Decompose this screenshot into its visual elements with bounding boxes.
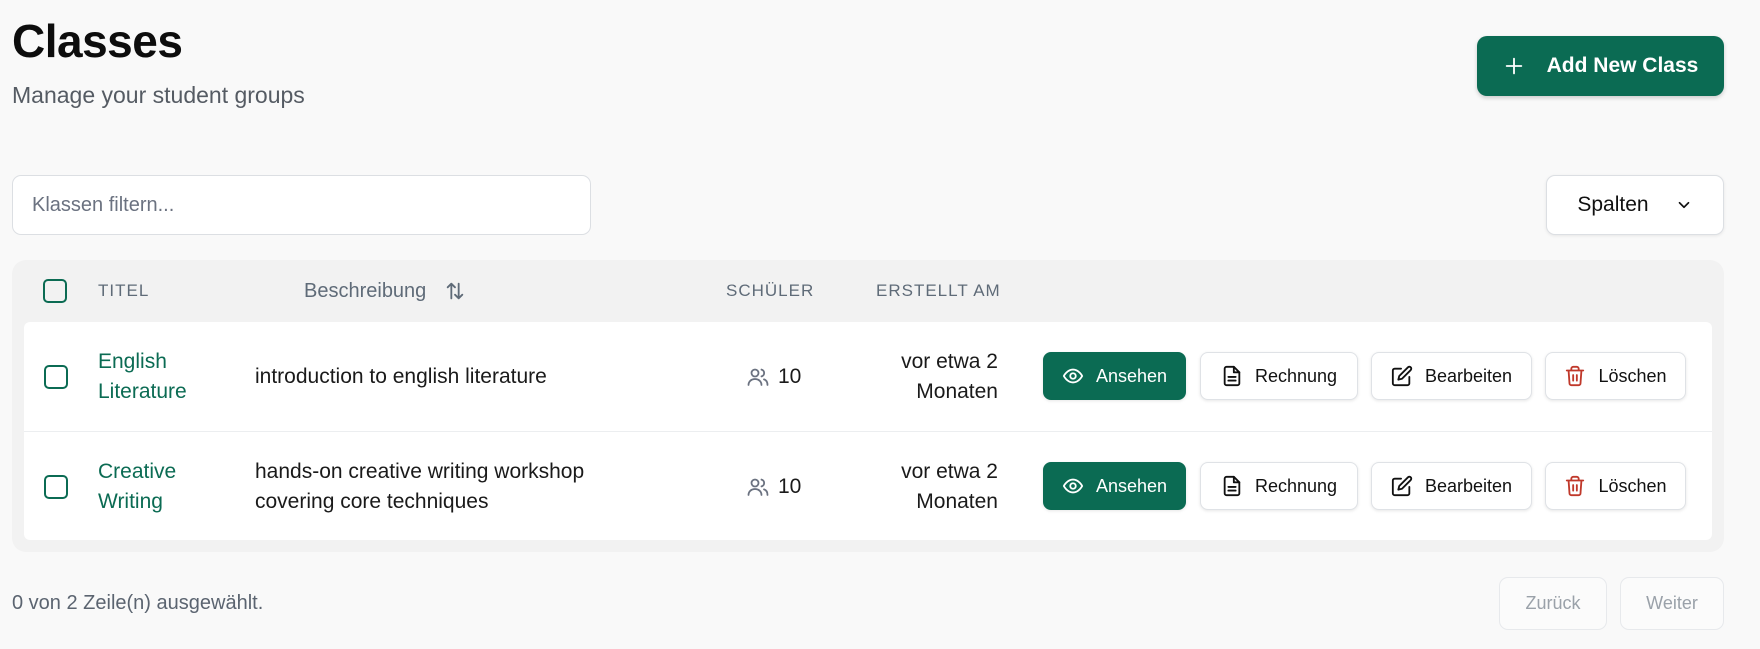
- class-title-line2: Writing: [98, 489, 163, 513]
- class-title-line2: Literature: [98, 379, 187, 403]
- class-description-line1: hands-on creative writing workshop: [255, 459, 585, 483]
- edit-button[interactable]: Bearbeiten: [1371, 462, 1532, 510]
- sort-arrows-icon: [447, 282, 464, 300]
- previous-page-button[interactable]: Zurück: [1499, 577, 1607, 630]
- class-title-line1: English: [98, 349, 167, 373]
- created-date-line1: vor etwa 2: [901, 459, 998, 483]
- row-checkbox[interactable]: [44, 474, 68, 499]
- table-row: Creative Writing hands-on creative writi…: [24, 431, 1712, 540]
- add-new-class-label: Add New Class: [1546, 54, 1699, 77]
- file-text-icon: [1223, 475, 1241, 497]
- column-header-description[interactable]: Beschreibung: [304, 260, 466, 322]
- class-description-line2: covering core techniques: [255, 489, 489, 513]
- add-new-class-button[interactable]: Add New Class: [1477, 36, 1724, 96]
- users-icon: [747, 478, 769, 496]
- invoice-button-label: Rechnung: [1254, 475, 1338, 496]
- eye-icon: [1062, 368, 1084, 384]
- created-date-cell: vor etwa 2 Monaten: [844, 432, 998, 541]
- column-header-title: TITEL: [98, 281, 150, 300]
- invoice-button[interactable]: Rechnung: [1200, 462, 1358, 510]
- invoice-button-label: Rechnung: [1254, 365, 1338, 386]
- pencil-square-icon: [1391, 475, 1413, 497]
- created-date-line2: Monaten: [916, 489, 998, 513]
- classes-table: TITEL Beschreibung SCHÜLER ERSTELLT AM E…: [12, 260, 1724, 552]
- student-count-cell: 10: [746, 322, 801, 431]
- class-title-cell[interactable]: English Literature: [98, 322, 258, 431]
- columns-dropdown-button[interactable]: Spalten: [1546, 175, 1724, 235]
- edit-button-label: Bearbeiten: [1424, 475, 1513, 496]
- delete-button-label: Löschen: [1598, 475, 1667, 496]
- student-count: 10: [778, 364, 802, 388]
- view-button[interactable]: Ansehen: [1043, 462, 1186, 510]
- student-count: 10: [778, 474, 802, 498]
- page-title: Classes: [12, 15, 183, 67]
- file-text-icon: [1223, 365, 1241, 387]
- row-select-cell: [44, 432, 68, 541]
- student-count-cell: 10: [746, 432, 801, 541]
- view-button-label: Ansehen: [1095, 365, 1168, 386]
- table-body: English Literature introduction to engli…: [24, 322, 1712, 540]
- next-page-button[interactable]: Weiter: [1620, 577, 1724, 630]
- created-date-line2: Monaten: [916, 379, 998, 403]
- table-header: TITEL Beschreibung SCHÜLER ERSTELLT AM: [12, 260, 1724, 322]
- invoice-button[interactable]: Rechnung: [1200, 352, 1358, 400]
- class-description-line1: introduction to english literature: [255, 364, 547, 388]
- view-button-label: Ansehen: [1095, 475, 1168, 496]
- class-title-line1: Creative: [98, 459, 177, 483]
- edit-button-label: Bearbeiten: [1424, 365, 1513, 386]
- class-title-cell[interactable]: Creative Writing: [98, 432, 258, 541]
- created-date-line1: vor etwa 2: [901, 349, 998, 373]
- trash-icon: [1566, 475, 1585, 497]
- delete-button-label: Löschen: [1598, 365, 1667, 386]
- delete-button[interactable]: Löschen: [1545, 462, 1686, 510]
- class-description-cell: hands-on creative writing workshop cover…: [255, 432, 635, 541]
- pencil-square-icon: [1391, 365, 1413, 387]
- plus-icon: [1505, 57, 1522, 75]
- delete-button[interactable]: Löschen: [1545, 352, 1686, 400]
- column-header-created: ERSTELLT AM: [876, 281, 1001, 300]
- select-all-checkbox[interactable]: [43, 279, 67, 303]
- class-filter-input[interactable]: [12, 175, 591, 235]
- created-date-cell: vor etwa 2 Monaten: [844, 322, 998, 431]
- row-select-cell: [44, 322, 68, 431]
- classes-page: Classes Manage your student groups Add N…: [0, 0, 1760, 649]
- chevron-down-icon: [1678, 201, 1689, 209]
- column-header-students: SCHÜLER: [726, 281, 815, 300]
- selection-status: 0 von 2 Zeile(n) ausgewählt.: [12, 592, 264, 614]
- row-checkbox[interactable]: [44, 364, 68, 389]
- eye-icon: [1062, 478, 1084, 494]
- class-description-cell: introduction to english literature: [255, 322, 635, 431]
- trash-icon: [1566, 365, 1585, 387]
- table-row: English Literature introduction to engli…: [24, 322, 1712, 431]
- columns-button-label: Spalten: [1577, 193, 1649, 216]
- view-button[interactable]: Ansehen: [1043, 352, 1186, 400]
- users-icon: [747, 368, 769, 386]
- select-all-cell: [43, 260, 67, 322]
- page-subtitle: Manage your student groups: [12, 82, 305, 108]
- edit-button[interactable]: Bearbeiten: [1371, 352, 1532, 400]
- column-header-description-label: Beschreibung: [304, 279, 427, 302]
